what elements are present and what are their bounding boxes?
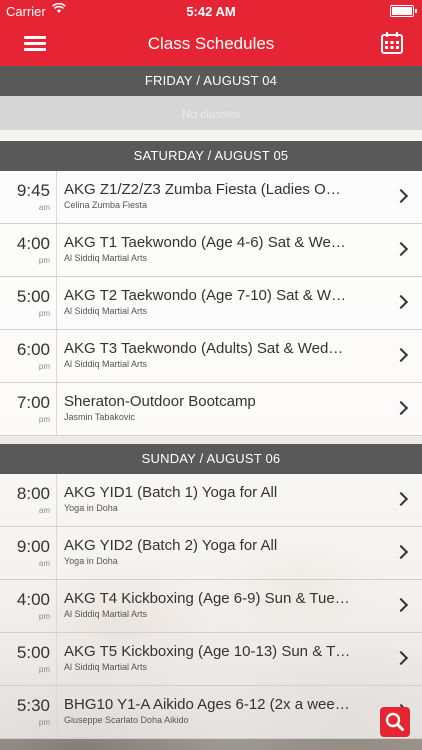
class-name: Sheraton-Outdoor Bootcamp — [64, 393, 256, 410]
class-name: AKG T2 Taekwondo (Age 7-10) Sat & W… — [64, 287, 347, 304]
class-ampm: am — [38, 559, 50, 568]
battery-icon — [390, 5, 417, 17]
class-instructor: Jasmin Tabakovic — [64, 412, 135, 422]
page-title: Class Schedules — [147, 34, 275, 53]
class-name: AKG T4 Kickboxing (Age 6-9) Sun & Tue… — [64, 590, 350, 607]
class-ampm: pm — [38, 309, 50, 318]
class-row[interactable]: 8:00 am AKG YID1 (Batch 1) Yoga for All … — [0, 474, 422, 527]
time-column: 6:00 pm — [0, 330, 57, 382]
class-row[interactable]: 9:45 am AKG Z1/Z2/Z3 Zumba Fiesta (Ladie… — [0, 171, 422, 224]
class-instructor: Al Siddiq Martial Arts — [64, 253, 148, 263]
class-ampm: pm — [38, 256, 50, 265]
time-column: 5:00 pm — [0, 277, 57, 329]
class-name: AKG T1 Taekwondo (Age 4-6) Sat & We… — [64, 234, 346, 251]
time-column: 4:00 pm — [0, 224, 57, 276]
class-time: 7:00 — [16, 393, 50, 412]
class-time: 9:00 — [16, 537, 50, 556]
class-instructor: Al Siddiq Martial Arts — [64, 306, 148, 316]
class-ampm: pm — [38, 362, 50, 371]
class-instructor: Giuseppe Scarlato Doha Aikido — [64, 715, 189, 725]
time-column: 5:30 pm — [0, 686, 57, 738]
class-row[interactable]: 4:00 pm AKG T4 Kickboxing (Age 6-9) Sun … — [0, 580, 422, 633]
class-row[interactable]: 9:00 am AKG YID2 (Batch 2) Yoga for All … — [0, 527, 422, 580]
time-column: 7:00 pm — [0, 383, 57, 435]
status-bar: Carrier 5:42 AM — [0, 0, 422, 22]
class-row[interactable]: 6:00 pm AKG T3 Taekwondo (Adults) Sat & … — [0, 330, 422, 383]
class-ampm: pm — [38, 665, 50, 674]
class-time: 4:00 — [16, 234, 50, 253]
class-time: 6:00 — [16, 340, 50, 359]
class-time: 5:30 — [16, 696, 50, 715]
chevron-right-icon — [393, 347, 409, 363]
chevron-right-icon — [393, 400, 409, 416]
class-row[interactable]: 5:30 pm BHG10 Y1-A Aikido Ages 6-12 (2x … — [0, 686, 422, 739]
day-header-saturday: SATURDAY / AUGUST 05 — [0, 141, 422, 171]
class-row[interactable]: 7:00 pm Sheraton-Outdoor Bootcamp Jasmin… — [0, 383, 422, 436]
class-ampm: pm — [38, 415, 50, 424]
time-column: 8:00 am — [0, 474, 57, 526]
search-icon — [385, 712, 404, 731]
class-time: 9:45 — [16, 181, 50, 200]
class-instructor: Al Siddiq Martial Arts — [64, 662, 148, 672]
class-row[interactable]: 5:00 pm AKG T5 Kickboxing (Age 10-13) Su… — [0, 633, 422, 686]
chevron-right-icon — [393, 491, 409, 507]
class-time: 8:00 — [16, 484, 50, 503]
class-time: 5:00 — [16, 287, 50, 306]
day-header-friday: FRIDAY / AUGUST 04 — [0, 66, 422, 96]
class-time: 5:00 — [16, 643, 50, 662]
chevron-right-icon — [393, 241, 409, 257]
class-row[interactable]: 4:00 pm AKG T1 Taekwondo (Age 4-6) Sat &… — [0, 224, 422, 277]
class-ampm: pm — [38, 612, 50, 621]
class-instructor: Yoga in Doha — [64, 556, 118, 566]
time-column: 5:00 pm — [0, 633, 57, 685]
clock: 5:42 AM — [186, 4, 236, 19]
time-column: 4:00 pm — [0, 580, 57, 632]
time-column: 9:45 am — [0, 171, 57, 223]
class-name: AKG YID1 (Batch 1) Yoga for All — [64, 484, 278, 501]
class-instructor: Al Siddiq Martial Arts — [64, 359, 148, 369]
class-instructor: Al Siddiq Martial Arts — [64, 609, 148, 619]
class-instructor: Yoga in Doha — [64, 503, 118, 513]
class-name: AKG T3 Taekwondo (Adults) Sat & Wed… — [64, 340, 344, 357]
chevron-right-icon — [393, 544, 409, 560]
class-time: 4:00 — [16, 590, 50, 609]
class-name: AKG Z1/Z2/Z3 Zumba Fiesta (Ladies O… — [64, 181, 341, 198]
class-name: AKG YID2 (Batch 2) Yoga for All — [64, 537, 278, 554]
chevron-right-icon — [393, 294, 409, 310]
class-ampm: pm — [38, 718, 50, 727]
chevron-right-icon — [393, 188, 409, 204]
day-header-sunday: SUNDAY / AUGUST 06 — [0, 444, 422, 474]
chevron-right-icon — [393, 650, 409, 666]
class-ampm: am — [38, 203, 50, 212]
calendar-icon[interactable] — [380, 31, 404, 55]
nav-bar: Class Schedules — [0, 22, 422, 66]
time-column: 9:00 am — [0, 527, 57, 579]
class-row[interactable]: 5:00 pm AKG T2 Taekwondo (Age 7-10) Sat … — [0, 277, 422, 330]
class-name: AKG T5 Kickboxing (Age 10-13) Sun & T… — [64, 643, 351, 660]
chevron-right-icon — [393, 597, 409, 613]
class-instructor: Celina Zumba Fiesta — [64, 200, 148, 210]
class-name: BHG10 Y1-A Aikido Ages 6-12 (2x a wee… — [64, 696, 350, 713]
class-ampm: am — [38, 506, 50, 515]
search-button[interactable] — [380, 707, 410, 737]
empty-day-message: No classes — [0, 96, 422, 130]
